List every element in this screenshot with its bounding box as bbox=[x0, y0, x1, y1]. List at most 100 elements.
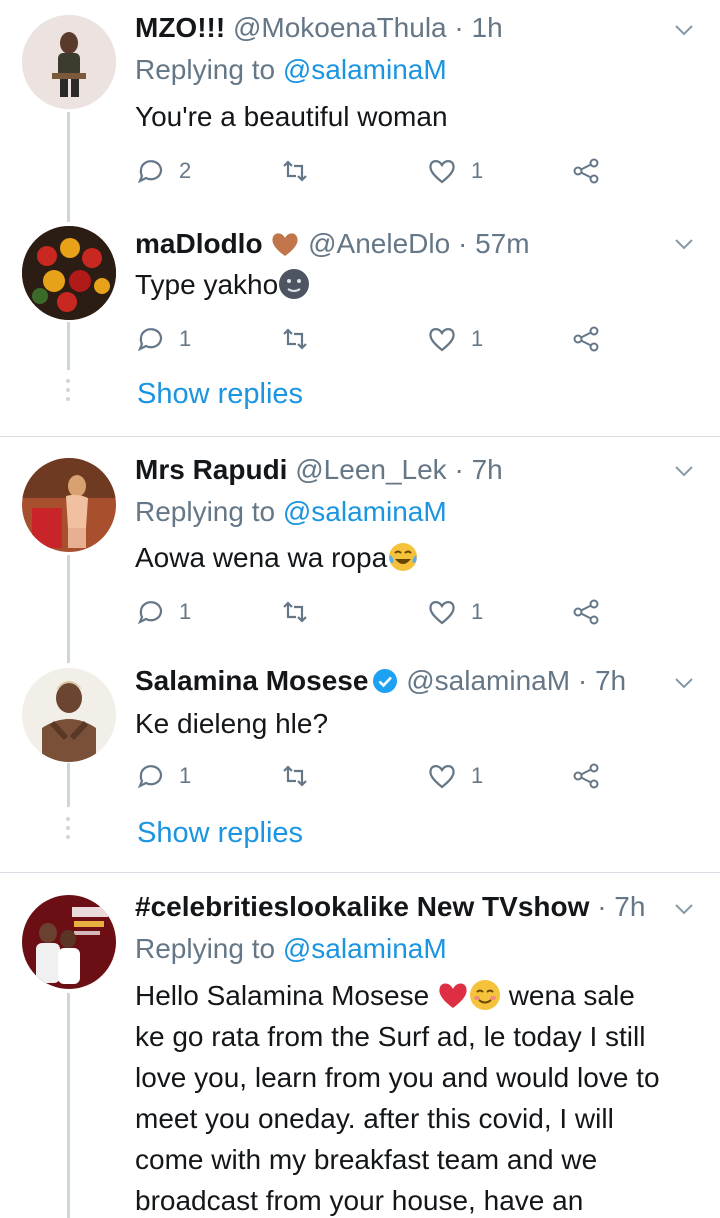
share-button[interactable] bbox=[571, 321, 601, 357]
verified-badge-icon bbox=[373, 669, 398, 693]
tweet-text: Type yakho bbox=[135, 264, 696, 305]
share-button[interactable] bbox=[571, 153, 601, 189]
mention-link[interactable]: @salaminaM bbox=[283, 933, 447, 964]
chevron-down-icon[interactable] bbox=[672, 459, 696, 483]
like-button[interactable]: 1 bbox=[427, 153, 483, 189]
author-handle[interactable]: @Leen_Lek bbox=[295, 454, 446, 485]
timestamp[interactable]: 1h bbox=[472, 12, 503, 43]
retweet-icon bbox=[283, 601, 307, 623]
reply-button[interactable]: 2 bbox=[135, 153, 191, 189]
tweet-text: Aowa wena wa ropa bbox=[135, 537, 696, 578]
like-count: 1 bbox=[471, 763, 484, 788]
tweet-text-line: ke go rata from the Surf ad, le today I … bbox=[135, 1021, 646, 1052]
separator: · bbox=[457, 228, 468, 259]
author-handle[interactable]: @AneleDlo bbox=[308, 228, 450, 259]
action-bar: 1 1 bbox=[135, 594, 615, 630]
timestamp[interactable]: 7h bbox=[614, 891, 645, 922]
retweet-button[interactable] bbox=[280, 594, 310, 630]
share-icon bbox=[573, 158, 599, 184]
reply-count: 1 bbox=[179, 599, 192, 624]
heart-icon bbox=[429, 328, 455, 352]
timestamp[interactable]: 57m bbox=[475, 228, 529, 259]
heart-icon bbox=[429, 765, 455, 789]
neutral-face-emoji-icon bbox=[279, 269, 310, 299]
divider bbox=[0, 436, 720, 437]
avatar[interactable] bbox=[22, 15, 116, 109]
chevron-down-icon[interactable] bbox=[672, 232, 696, 256]
like-count: 1 bbox=[471, 326, 484, 351]
timestamp[interactable]: 7h bbox=[472, 454, 503, 485]
replying-to: Replying to @salaminaM bbox=[135, 496, 447, 527]
avatar[interactable] bbox=[22, 226, 116, 320]
like-button[interactable]: 1 bbox=[427, 321, 483, 357]
reply-icon bbox=[137, 601, 163, 625]
reply-count: 1 bbox=[179, 326, 192, 351]
reply-count: 2 bbox=[179, 158, 192, 183]
separator: · bbox=[577, 665, 588, 696]
mention-link[interactable]: @salaminaM bbox=[283, 54, 447, 85]
share-button[interactable] bbox=[571, 758, 601, 794]
show-replies-link[interactable]: Show replies bbox=[137, 817, 303, 850]
share-icon bbox=[573, 763, 599, 789]
chevron-down-icon[interactable] bbox=[672, 671, 696, 695]
separator: · bbox=[597, 891, 607, 922]
heart-emoji-icon bbox=[272, 233, 298, 256]
separator: · bbox=[454, 12, 464, 43]
timestamp[interactable]: 7h bbox=[595, 665, 626, 696]
reply-button[interactable]: 1 bbox=[135, 758, 191, 794]
red-heart-emoji-icon bbox=[439, 983, 467, 1008]
tweet-text: Hello Salamina Mosese wena sale ke go ra… bbox=[135, 975, 696, 1218]
avatar[interactable] bbox=[22, 458, 116, 552]
share-button[interactable] bbox=[571, 594, 601, 630]
like-button[interactable]: 1 bbox=[427, 758, 483, 794]
tweet-text: You're a beautiful woman bbox=[135, 101, 448, 132]
avatar[interactable] bbox=[22, 668, 116, 762]
author-name[interactable]: MZO!!! bbox=[135, 12, 225, 43]
like-count: 1 bbox=[471, 599, 484, 624]
reply-button[interactable]: 1 bbox=[135, 594, 191, 630]
retweet-icon bbox=[283, 160, 307, 182]
tears-of-joy-emoji-icon bbox=[389, 543, 418, 571]
show-replies-link[interactable]: Show replies bbox=[137, 378, 303, 411]
divider bbox=[0, 872, 720, 873]
author-handle[interactable]: @MokoenaThula bbox=[233, 12, 447, 43]
author-name[interactable]: #celebritieslookalike New TVshow bbox=[135, 891, 589, 922]
author-name[interactable]: maDlodlo bbox=[135, 228, 263, 259]
chevron-down-icon[interactable] bbox=[672, 897, 696, 921]
tweet-text-line: love you, learn from you and would love … bbox=[135, 1062, 660, 1093]
tweet-text-line: Hello Salamina Mosese wena sale bbox=[135, 980, 635, 1011]
action-bar: 1 1 bbox=[135, 321, 615, 357]
replying-to: Replying to @salaminaM bbox=[135, 54, 447, 85]
reply-icon bbox=[137, 160, 163, 184]
tweet-text-line: broadcast from your house, have an bbox=[135, 1185, 584, 1216]
tweet-text: Ke dieleng hle? bbox=[135, 708, 329, 739]
replying-to: Replying to @salaminaM bbox=[135, 933, 447, 964]
retweet-button[interactable] bbox=[280, 758, 310, 794]
retweet-icon bbox=[283, 328, 307, 350]
reply-icon bbox=[137, 765, 163, 789]
tweet-text-line: come with my breakfast team and we bbox=[135, 1144, 598, 1175]
author-name[interactable]: Mrs Rapudi bbox=[135, 454, 287, 485]
author-name[interactable]: Salamina Mosese bbox=[135, 665, 368, 696]
action-bar: 1 1 bbox=[135, 758, 615, 794]
tweet-text-line: meet you oneday. after this covid, I wil… bbox=[135, 1103, 614, 1134]
smiling-face-emoji-icon bbox=[469, 980, 500, 1010]
like-button[interactable]: 1 bbox=[427, 594, 483, 630]
retweet-button[interactable] bbox=[280, 321, 310, 357]
share-icon bbox=[573, 599, 599, 625]
share-icon bbox=[573, 326, 599, 352]
action-bar: 2 1 bbox=[135, 153, 615, 189]
retweet-icon bbox=[283, 765, 307, 787]
heart-icon bbox=[429, 601, 455, 625]
heart-icon bbox=[429, 160, 455, 184]
reply-button[interactable]: 1 bbox=[135, 321, 191, 357]
avatar[interactable] bbox=[22, 895, 116, 989]
reply-icon bbox=[137, 328, 163, 352]
author-handle[interactable]: @salaminaM bbox=[406, 665, 570, 696]
reply-count: 1 bbox=[179, 763, 192, 788]
mention-link[interactable]: @salaminaM bbox=[283, 496, 447, 527]
chevron-down-icon[interactable] bbox=[672, 18, 696, 42]
separator: · bbox=[454, 454, 464, 485]
retweet-button[interactable] bbox=[280, 153, 310, 189]
like-count: 1 bbox=[471, 158, 484, 183]
